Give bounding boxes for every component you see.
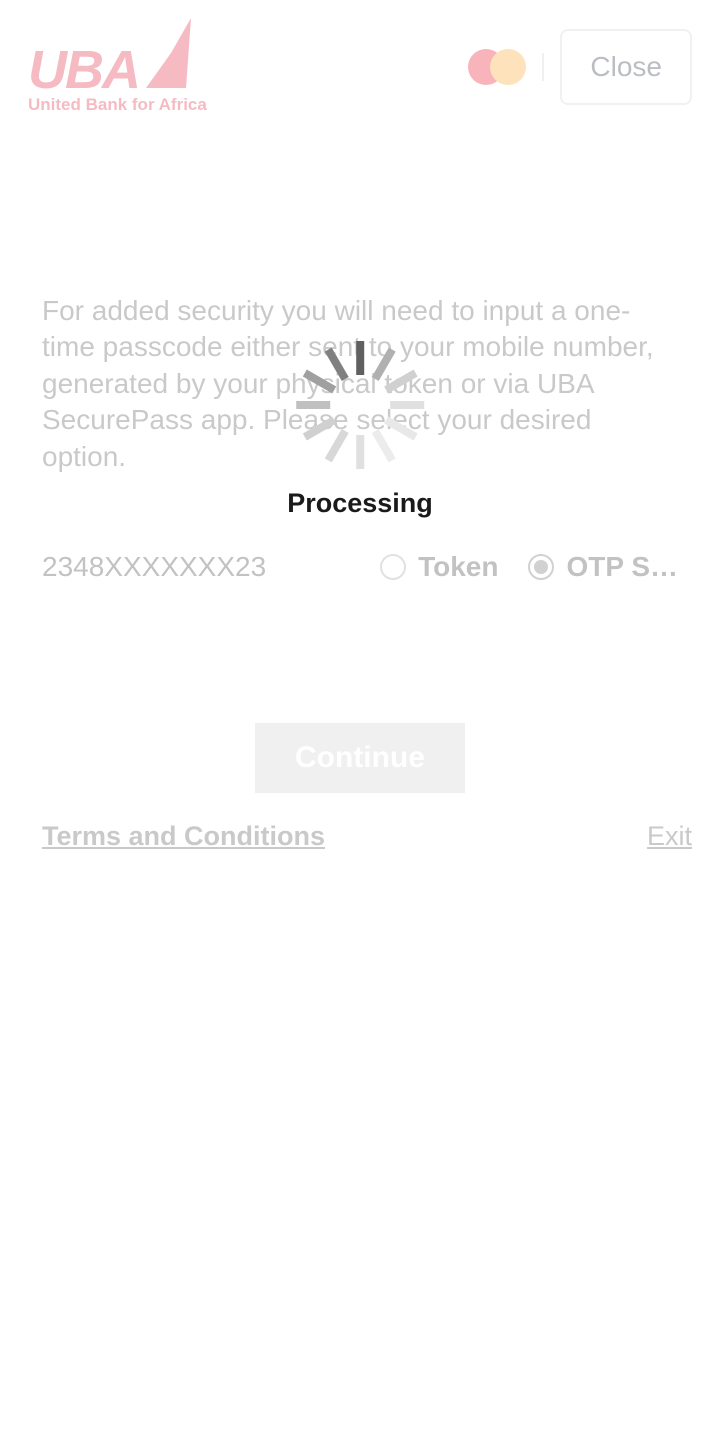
processing-indicator: Processing: [287, 340, 433, 519]
options-row: 2348XXXXXXX23 Token OTP S…: [42, 551, 678, 583]
bank-logo: UBA United Bank for Africa: [28, 18, 207, 115]
phone-number: 2348XXXXXXX23: [42, 551, 350, 583]
radio-icon: [380, 554, 406, 580]
header: UBA United Bank for Africa Close: [0, 0, 720, 133]
continue-button[interactable]: Continue: [255, 723, 465, 793]
logo-tagline: United Bank for Africa: [28, 95, 207, 115]
footer-links: Terms and Conditions Exit: [0, 793, 720, 852]
processing-label: Processing: [287, 488, 433, 519]
radio-option-token[interactable]: Token: [380, 551, 498, 583]
header-right: Close: [468, 29, 692, 105]
close-button[interactable]: Close: [560, 29, 692, 105]
radio-label-otp: OTP S…: [566, 551, 678, 583]
mastercard-icon: [468, 49, 526, 85]
logo-text: UBA: [28, 39, 139, 101]
radio-icon-selected: [528, 554, 554, 580]
radio-label-token: Token: [418, 551, 498, 583]
divider: [542, 53, 544, 81]
logo-mark-icon: [141, 18, 191, 88]
exit-link[interactable]: Exit: [647, 821, 692, 852]
terms-link[interactable]: Terms and Conditions: [42, 821, 325, 852]
spinner-icon: [295, 340, 425, 470]
radio-option-otp[interactable]: OTP S…: [528, 551, 678, 583]
